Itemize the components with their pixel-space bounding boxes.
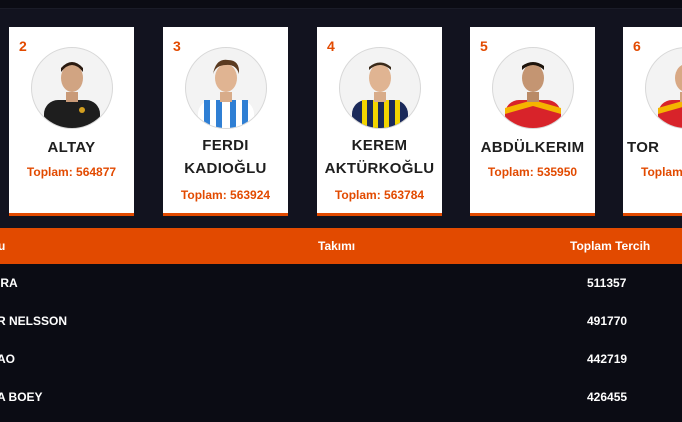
- player-name: TOR: [627, 139, 660, 156]
- player-rank: 3: [173, 38, 181, 54]
- player-name-line1: FERDI: [202, 137, 249, 154]
- player-photo: [339, 47, 421, 129]
- player-photo: [645, 47, 682, 129]
- player-total: Toplam: 563784: [334, 188, 425, 202]
- player-card[interactable]: 6 TOR Toplam: [623, 27, 682, 216]
- player-name: ALTAY: [47, 139, 96, 156]
- player-card[interactable]: 5 ABDÜLKERIM Toplam: 535950: [470, 27, 595, 216]
- total-column-header: Toplam Tercih: [570, 239, 651, 253]
- player-rank: 4: [327, 38, 335, 54]
- table-row[interactable]: AO 442719: [0, 340, 682, 378]
- row-player: AO: [0, 352, 15, 366]
- row-value: 491770: [587, 314, 628, 328]
- table-row[interactable]: R NELSSON 491770: [0, 302, 682, 340]
- player-total: Toplam: 563924: [180, 188, 271, 202]
- table-header: u Takımı Toplam Tercih: [0, 228, 682, 264]
- player-photo: [31, 47, 113, 129]
- player-photo: [492, 47, 574, 129]
- player-rank: 2: [19, 38, 27, 54]
- row-value: 511357: [587, 276, 627, 290]
- player-total: Toplam: [641, 165, 682, 179]
- player-rank: 5: [480, 38, 488, 54]
- player-name: ABDÜLKERIM: [480, 139, 585, 156]
- player-name-line2: AKTÜRKOĞLU: [324, 160, 435, 177]
- player-name-line2: KADIOĞLU: [184, 160, 267, 177]
- row-player: A BOEY: [0, 390, 43, 404]
- player-total: Toplam: 564877: [26, 165, 117, 179]
- player-column-header: u: [0, 239, 6, 253]
- table-row[interactable]: IRA 511357: [0, 264, 682, 302]
- player-name-line1: KEREM: [351, 137, 408, 154]
- table-row[interactable]: A BOEY 426455: [0, 378, 682, 416]
- player-card[interactable]: 2 ALTAY Toplam: 564877: [9, 27, 134, 216]
- player-rank: 6: [633, 38, 641, 54]
- row-value: 426455: [587, 390, 628, 404]
- team-column-header: Takımı: [318, 239, 356, 253]
- player-photo: [185, 47, 267, 129]
- row-value: 442719: [587, 352, 628, 366]
- row-player: R NELSSON: [0, 314, 68, 328]
- row-player: IRA: [0, 276, 18, 290]
- player-total: Toplam: 535950: [487, 165, 578, 179]
- player-card[interactable]: 3 FERDI KADIOĞLU Toplam: 563924: [163, 27, 288, 216]
- player-card[interactable]: 4 KEREM AKTÜRKOĞLU Toplam: 563784: [317, 27, 442, 216]
